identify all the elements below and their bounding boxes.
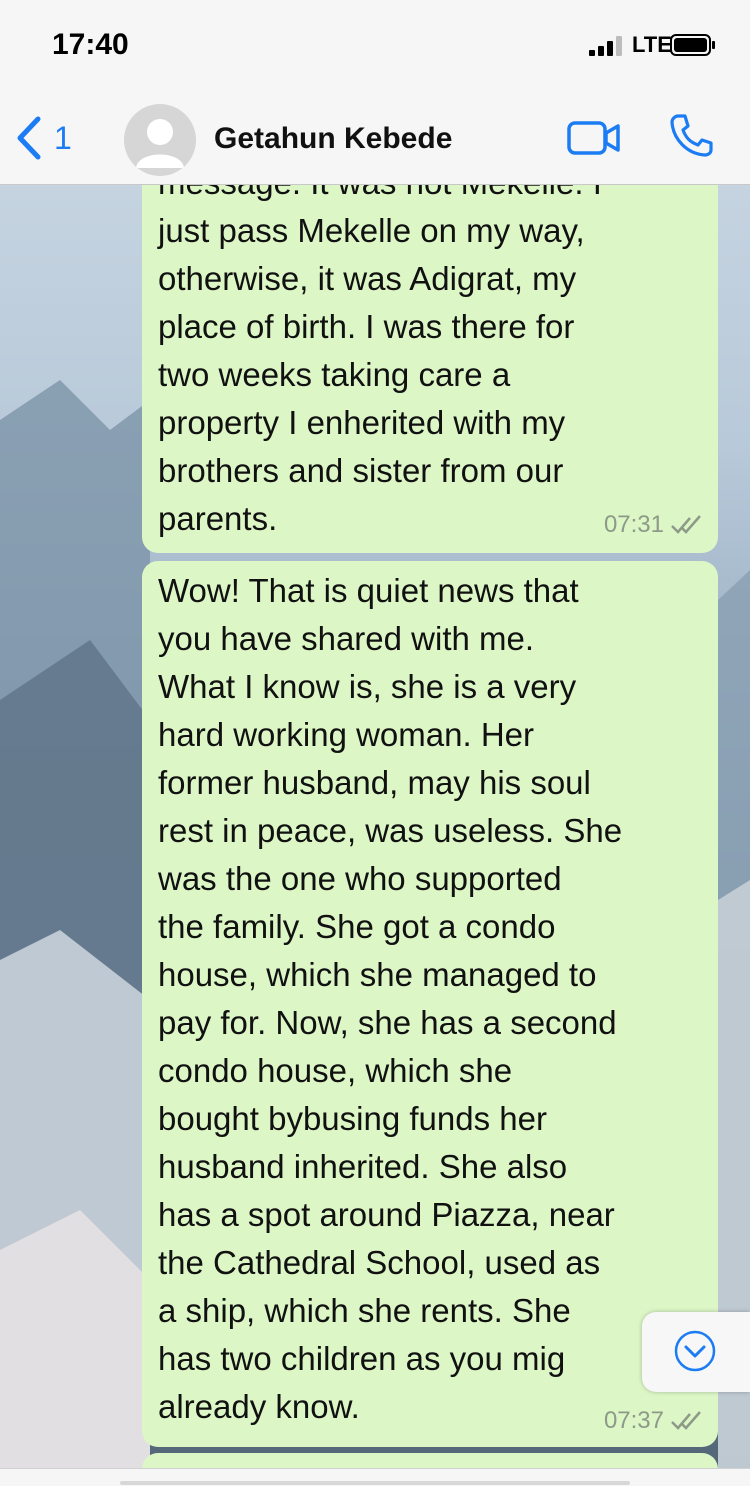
avatar[interactable] [124,104,196,176]
message-meta: 07:31 [604,511,704,539]
back-chevron-icon [17,116,41,160]
back-button[interactable]: 1 [14,114,72,162]
chat-header: 1 Getahun Kebede [0,92,750,185]
home-indicator [120,1481,630,1485]
chevron-down-circle-icon [674,1330,716,1372]
signal-icon [589,36,622,56]
message-text: message. It was not Mekelle. I just pass… [158,185,602,537]
message-time: 07:37 [603,1407,664,1434]
message-meta: 07:37 [604,1407,704,1435]
network-type: LTE [632,32,672,57]
message-list[interactable]: message. It was not Mekelle. I just pass… [0,185,750,1468]
double-check-icon [671,1411,701,1430]
unread-count: 1 [54,119,72,156]
phone-icon[interactable] [668,112,714,158]
status-bar: 17:40 LTE [0,0,750,92]
battery-icon [670,34,715,56]
outgoing-message-bubble[interactable]: message. It was not Mekelle. I just pass… [142,185,718,553]
avatar-placeholder-icon [136,119,184,168]
contact-name[interactable]: Getahun Kebede [214,122,452,156]
scroll-to-bottom-button[interactable] [642,1312,750,1392]
video-camera-icon[interactable] [566,118,622,158]
message-text: Wow! That is quiet news that you have sh… [158,572,623,1425]
double-check-icon [671,515,701,534]
message-time: 07:31 [603,511,664,538]
status-time: 17:40 [52,28,129,61]
outgoing-message-bubble[interactable]: Wow! That is quiet news that you have sh… [142,561,718,1447]
outgoing-message-bubble-partial[interactable] [142,1453,718,1468]
